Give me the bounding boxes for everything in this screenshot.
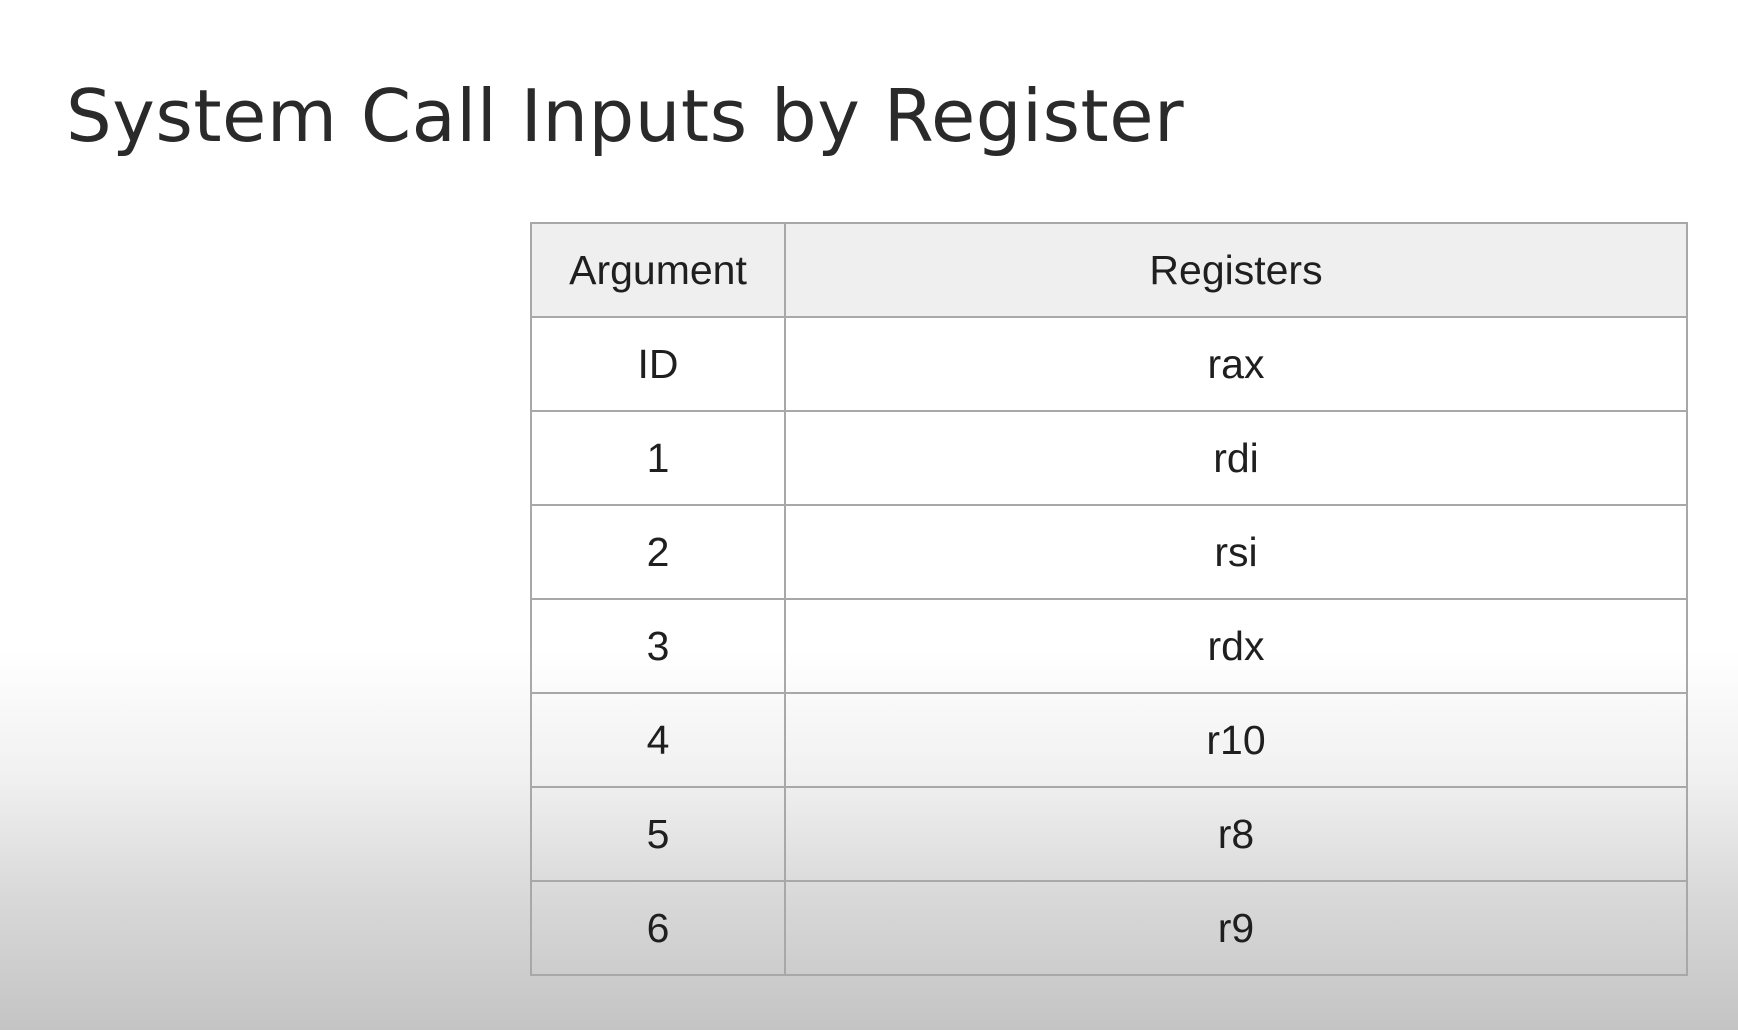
table-row: 3 rdx <box>530 598 1688 694</box>
register-cell: r9 <box>784 880 1688 976</box>
table-body: ID rax 1 rdi 2 rsi 3 rdx 4 r10 5 r8 6 r9 <box>530 316 1688 976</box>
header-registers: Registers <box>784 222 1688 318</box>
argument-cell: 1 <box>530 410 786 506</box>
register-cell: r8 <box>784 786 1688 882</box>
argument-cell: ID <box>530 316 786 412</box>
argument-cell: 5 <box>530 786 786 882</box>
register-cell: rdx <box>784 598 1688 694</box>
table-row: 6 r9 <box>530 880 1688 976</box>
argument-cell: 4 <box>530 692 786 788</box>
register-cell: rdi <box>784 410 1688 506</box>
table-row: 4 r10 <box>530 692 1688 788</box>
table-row: ID rax <box>530 316 1688 412</box>
slide-title: System Call Inputs by Register <box>66 74 1185 158</box>
argument-cell: 2 <box>530 504 786 600</box>
header-argument: Argument <box>530 222 786 318</box>
argument-cell: 3 <box>530 598 786 694</box>
register-table: Argument Registers ID rax 1 rdi 2 rsi 3 … <box>530 222 1688 976</box>
argument-cell: 6 <box>530 880 786 976</box>
table-header-row: Argument Registers <box>530 222 1688 318</box>
register-cell: rax <box>784 316 1688 412</box>
table-header: Argument Registers <box>530 222 1688 318</box>
register-cell: r10 <box>784 692 1688 788</box>
table-row: 2 rsi <box>530 504 1688 600</box>
table-row: 5 r8 <box>530 786 1688 882</box>
register-cell: rsi <box>784 504 1688 600</box>
table-row: 1 rdi <box>530 410 1688 506</box>
